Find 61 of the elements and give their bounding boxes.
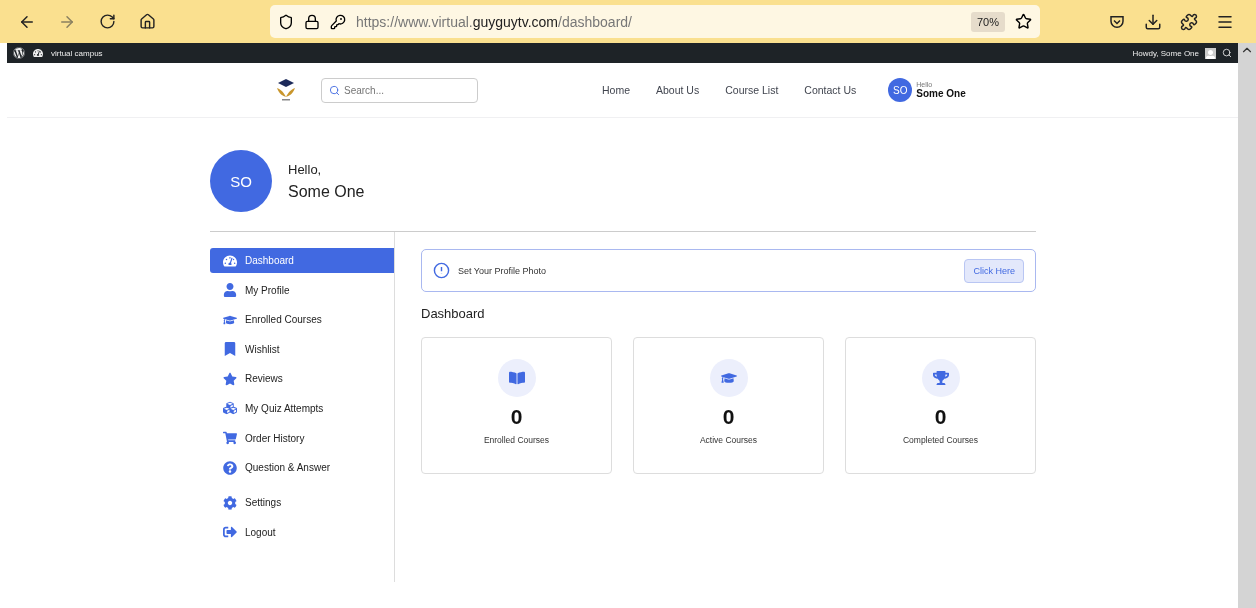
bookmark-star-icon[interactable]	[1015, 13, 1032, 30]
book-icon	[497, 359, 536, 397]
key-icon	[330, 13, 346, 30]
sidebar-item[interactable]: My Quiz Attempts	[210, 395, 394, 421]
shield-icon	[278, 13, 294, 30]
url-text: https://www.virtual.guyguytv.com/dashboard/	[356, 13, 633, 30]
address-bar[interactable]: https://www.virtual.guyguytv.com/dashboard/ 70%	[270, 5, 1040, 38]
blocks-icon	[223, 401, 237, 416]
download-icon	[1144, 12, 1162, 31]
star-icon	[223, 371, 237, 386]
logo-icon[interactable]	[275, 78, 297, 102]
logout-icon	[223, 525, 237, 540]
graduation-cap-icon	[709, 359, 748, 397]
zoom-level[interactable]: 70%	[970, 11, 1005, 32]
profile-greeting: Hello,	[288, 161, 323, 177]
sidebar-item[interactable]: Reviews	[210, 366, 394, 392]
gauge-icon[interactable]	[33, 48, 43, 58]
lock-icon	[304, 13, 320, 30]
gauge-icon	[223, 253, 237, 268]
profile-name: Some One	[288, 182, 365, 201]
stat-value: 0	[934, 405, 947, 429]
greeting-link[interactable]: Howdy, Some One	[1132, 48, 1199, 58]
trophy-icon	[921, 359, 960, 397]
sidebar-item[interactable]: Logout	[210, 519, 394, 545]
user-icon	[223, 283, 237, 298]
gear-icon	[223, 495, 237, 510]
cart-icon	[223, 431, 237, 446]
sidebar-item[interactable]: My Profile	[210, 277, 394, 303]
search-field[interactable]: Search...	[321, 77, 478, 103]
scrollbar[interactable]	[1238, 43, 1256, 608]
home-icon	[138, 13, 156, 30]
user-avatar[interactable]: SO	[888, 78, 913, 102]
sidebar-item[interactable]: Wishlist	[210, 336, 394, 362]
alert-icon	[433, 262, 450, 279]
nav-link[interactable]: Home	[602, 84, 630, 96]
reload-icon	[98, 13, 116, 30]
sidebar-item[interactable]: Question & Answer	[210, 455, 394, 481]
wordpress-icon[interactable]	[13, 47, 25, 59]
nav-link[interactable]: Contact Us	[804, 84, 857, 96]
search-icon[interactable]	[1222, 48, 1232, 58]
sidebar-item[interactable]: Order History	[210, 425, 394, 451]
sidebar-item[interactable]: Enrolled Courses	[210, 307, 394, 333]
sidebar-item[interactable]: Settings	[210, 490, 394, 516]
puzzle-icon	[1180, 12, 1198, 31]
section-title: Dashboard	[421, 306, 486, 321]
user-name[interactable]: Some One	[916, 88, 966, 99]
nav-link[interactable]: Course List	[725, 84, 779, 96]
stat-label: Completed Courses	[902, 435, 979, 445]
stat-value: 0	[510, 405, 523, 429]
notice-text: Set Your Profile Photo	[458, 265, 548, 276]
stat-label: Enrolled Courses	[483, 435, 550, 445]
profile-avatar: SO	[210, 150, 272, 212]
stat-value: 0	[722, 405, 735, 429]
avatar-icon	[1205, 47, 1216, 59]
sidebar-item[interactable]: Dashboard	[210, 248, 394, 273]
bookmark-icon	[223, 342, 237, 357]
question-icon	[223, 460, 237, 475]
nav-link[interactable]: About Us	[656, 84, 700, 96]
site-link[interactable]: virtual campus	[51, 48, 103, 58]
stat-label: Active Courses	[699, 435, 758, 445]
click-here-button[interactable]: Click Here	[964, 258, 1024, 283]
